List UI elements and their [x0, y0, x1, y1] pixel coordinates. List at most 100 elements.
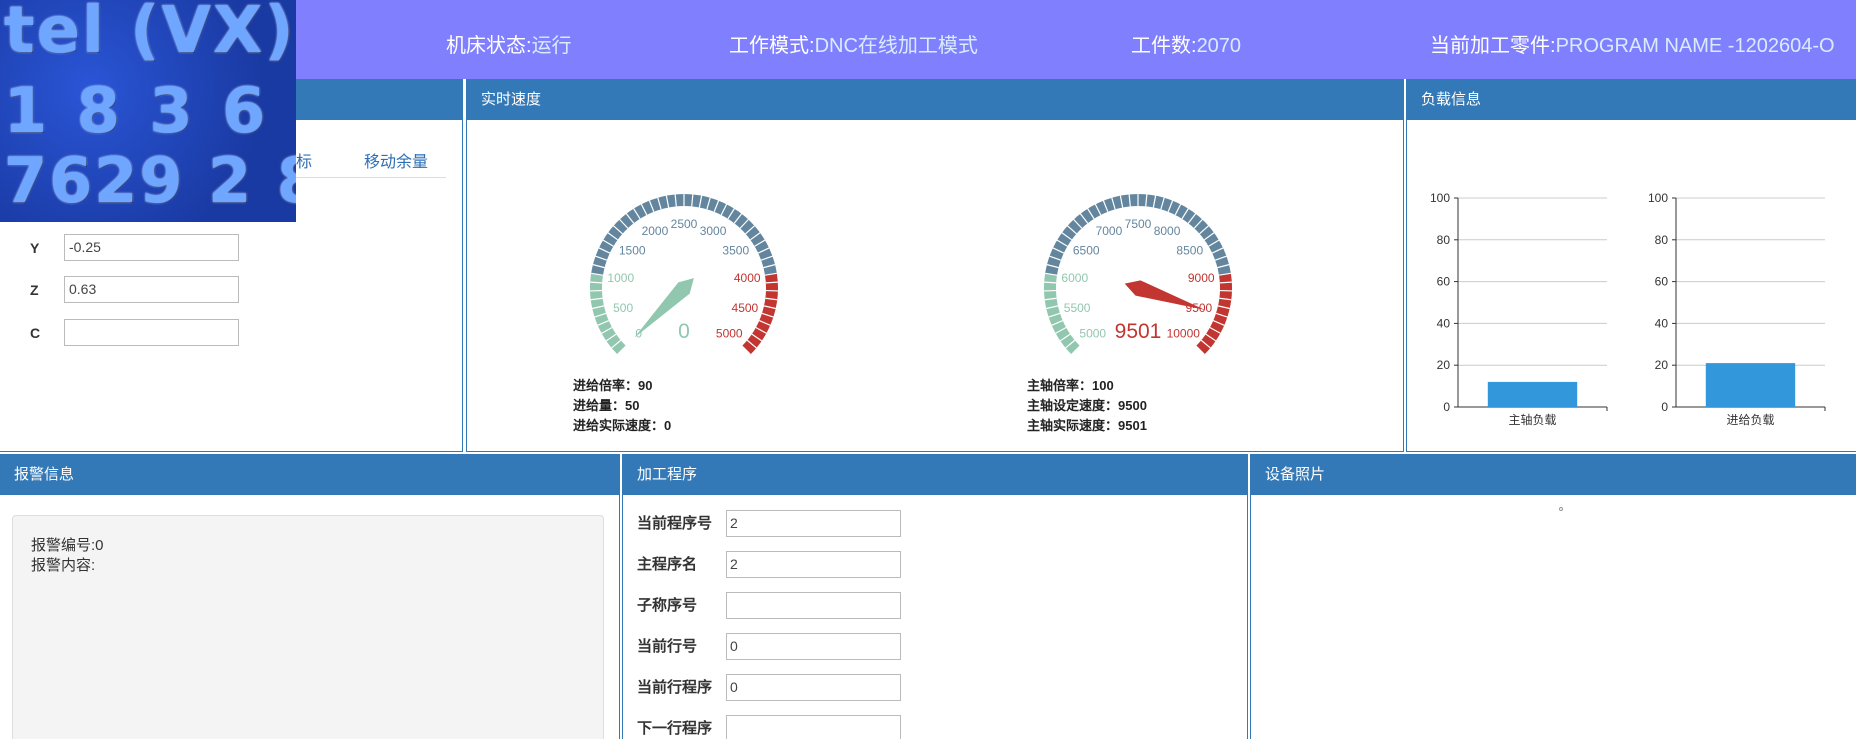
- feed-gauge-tick-41: [765, 281, 778, 284]
- load-category-label-0: 主轴负载: [1508, 412, 1556, 427]
- feed-info: 进给倍率：90 进给量：50 进给实际速度：0: [573, 376, 671, 436]
- spindle-gauge-arc-1: [1045, 194, 1231, 276]
- feed-gauge-tick-label-5: 2500: [671, 217, 698, 231]
- spindle-set-label: 主轴设定速度：: [1027, 398, 1119, 413]
- tab-move-remaining[interactable]: 移动余量: [364, 148, 428, 172]
- field-input-current-line-program[interactable]: 0: [726, 674, 901, 701]
- feed-gauge-tick-label-2: 1000: [607, 271, 634, 285]
- feed-amount: 进给量：50: [573, 396, 671, 416]
- alarm-panel: 报警信息 报警编号:0 报警内容:: [0, 454, 620, 739]
- load-bar-1: [1705, 363, 1796, 407]
- spindle-gauge-tick-label-4: 7000: [1096, 224, 1123, 238]
- watermark-line-1: tel (VX): [4, 0, 296, 68]
- watermark-line-2: 1 8 3 6 2: [4, 74, 296, 147]
- spindle-rate: 主轴倍率：100: [1027, 376, 1147, 396]
- speed-panel: 实时速度 05001000150020002500300035004000450…: [466, 79, 1404, 452]
- current-part-value: PROGRAM NAME -1202604-O: [1555, 35, 1835, 57]
- load-ytick-label-1-1: 20: [1655, 358, 1669, 372]
- image-placeholder-icon: [1559, 507, 1563, 511]
- spindle-gauge-tick-label-0: 5000: [1079, 326, 1106, 340]
- field-input-main-program[interactable]: 2: [726, 551, 901, 578]
- photo-panel-title: 设备照片: [1251, 455, 1856, 495]
- axis-label-z: Z: [30, 282, 39, 298]
- load-ytick-label-0-4: 80: [1437, 233, 1451, 247]
- feed-rate: 进给倍率：90: [573, 376, 671, 396]
- load-charts: 0 20 40 60 80 100 主轴负载 0 20 40 60 80 100 进给负载: [1430, 191, 1826, 427]
- load-ytick-label-0-0: 0: [1443, 400, 1450, 414]
- speed-panel-title: 实时速度: [467, 80, 1403, 120]
- photo-panel: 设备照片: [1250, 454, 1856, 739]
- feed-gauge-tick-label-3: 1500: [619, 243, 646, 257]
- spindle-gauge-value: 9501: [1115, 320, 1162, 343]
- feed-rate-label: 进给倍率：: [573, 378, 639, 393]
- load-ytick-label-0-2: 40: [1437, 316, 1451, 330]
- axis-input-c[interactable]: [64, 319, 239, 346]
- watermark-overlay: tel (VX) 1 8 3 6 2 7629 2 8: [0, 0, 296, 222]
- spindle-rate-value: 100: [1092, 378, 1114, 393]
- spindle-gauge-tick-label-7: 8500: [1176, 243, 1203, 257]
- piece-count: 工件数:2070: [1131, 29, 1241, 58]
- axis-input-y[interactable]: -0.25: [64, 234, 239, 261]
- axis-label-c: C: [30, 325, 41, 341]
- watermark-line-3: 7629 2 8: [4, 144, 296, 217]
- tab-coordinate[interactable]: 标: [296, 148, 312, 172]
- alarm-number-label: 报警编号:: [31, 537, 96, 554]
- alarm-box: 报警编号:0 报警内容:: [12, 515, 604, 739]
- feed-actual: 进给实际速度：0: [573, 416, 671, 436]
- load-panel: 负载信息 0 20 40 60 80 100 主轴负载 0 20 40 60 80 100 进给负载: [1406, 79, 1856, 452]
- alarm-number: 报警编号:0: [31, 536, 585, 556]
- feed-actual-value: 0: [664, 418, 672, 433]
- piece-count-value: 2070: [1196, 35, 1242, 57]
- spindle-gauge-tick-41: [1219, 281, 1232, 284]
- work-mode-value: DNC在线加工模式: [814, 35, 978, 57]
- load-panel-title: 负载信息: [1407, 80, 1856, 120]
- spindle-gauge-tick-9: [1044, 281, 1057, 284]
- current-part-label: 当前加工零件:: [1430, 35, 1556, 57]
- spindle-gauge-tick-label-10: 10000: [1167, 326, 1201, 340]
- load-ytick-label-1-5: 100: [1648, 191, 1668, 205]
- feed-gauge-tick-label-4: 2000: [642, 224, 669, 238]
- field-input-next-line-program[interactable]: [726, 715, 901, 739]
- machine-state-label: 机床状态:: [446, 35, 532, 57]
- load-bar-0: [1487, 381, 1578, 407]
- feed-gauge-tick-label-8: 4000: [734, 271, 761, 285]
- alarm-panel-title: 报警信息: [0, 455, 619, 495]
- load-ytick-label-1-3: 60: [1655, 275, 1669, 289]
- feed-gauge-tick-label-10: 5000: [716, 326, 743, 340]
- load-ytick-label-1-4: 80: [1655, 233, 1669, 247]
- field-input-current-line[interactable]: 0: [726, 633, 901, 660]
- load-ytick-label-0-1: 20: [1437, 358, 1451, 372]
- work-mode: 工作模式:DNC在线加工模式: [729, 29, 978, 58]
- piece-count-label: 工件数:: [1131, 35, 1197, 57]
- feed-actual-label: 进给实际速度：: [573, 418, 665, 433]
- feed-gauge-value: 0: [678, 320, 690, 343]
- alarm-content-label: 报警内容:: [31, 557, 96, 574]
- spindle-rate-label: 主轴倍率：: [1027, 378, 1093, 393]
- load-ytick-label-1-2: 40: [1655, 316, 1669, 330]
- feed-gauge-arc-1: [591, 194, 777, 276]
- machine-state-value: 运行: [531, 35, 572, 57]
- machine-state: 机床状态:运行: [446, 29, 572, 58]
- axis-label-y: Y: [30, 240, 40, 256]
- feed-gauge-tick-label-1: 500: [613, 301, 633, 315]
- field-label-next-line-program: 下一行程序: [637, 720, 713, 737]
- feed-gauge-tick-label-9: 4500: [732, 301, 759, 315]
- feed-gauge-tick-label-6: 3000: [700, 224, 727, 238]
- field-input-current-program[interactable]: 2: [726, 510, 901, 537]
- program-panel: 加工程序 当前程序号 2 主程序名 2 子称序号 当前行号 0 当前行程序 0 …: [622, 454, 1248, 739]
- field-label-main-program: 主程序名: [637, 556, 698, 573]
- spindle-gauge-tick-label-1: 5500: [1064, 301, 1091, 315]
- feed-rate-value: 90: [638, 378, 653, 393]
- feed-amount-label: 进给量：: [573, 398, 626, 413]
- spindle-gauge-tick-label-6: 8000: [1154, 224, 1181, 238]
- load-ytick-label-0-3: 60: [1437, 275, 1451, 289]
- field-label-current-line: 当前行号: [637, 638, 698, 655]
- spindle-actual-value: 9501: [1118, 418, 1147, 433]
- field-input-sub-program[interactable]: [726, 592, 901, 619]
- spindle-actual: 主轴实际速度：9501: [1027, 416, 1147, 436]
- axis-input-z[interactable]: 0.63: [64, 276, 239, 303]
- field-label-current-program: 当前程序号: [637, 515, 713, 532]
- program-panel-title: 加工程序: [623, 455, 1247, 495]
- field-label-current-line-program: 当前行程序: [637, 679, 713, 696]
- spindle-gauge-tick-label-3: 6500: [1073, 243, 1100, 257]
